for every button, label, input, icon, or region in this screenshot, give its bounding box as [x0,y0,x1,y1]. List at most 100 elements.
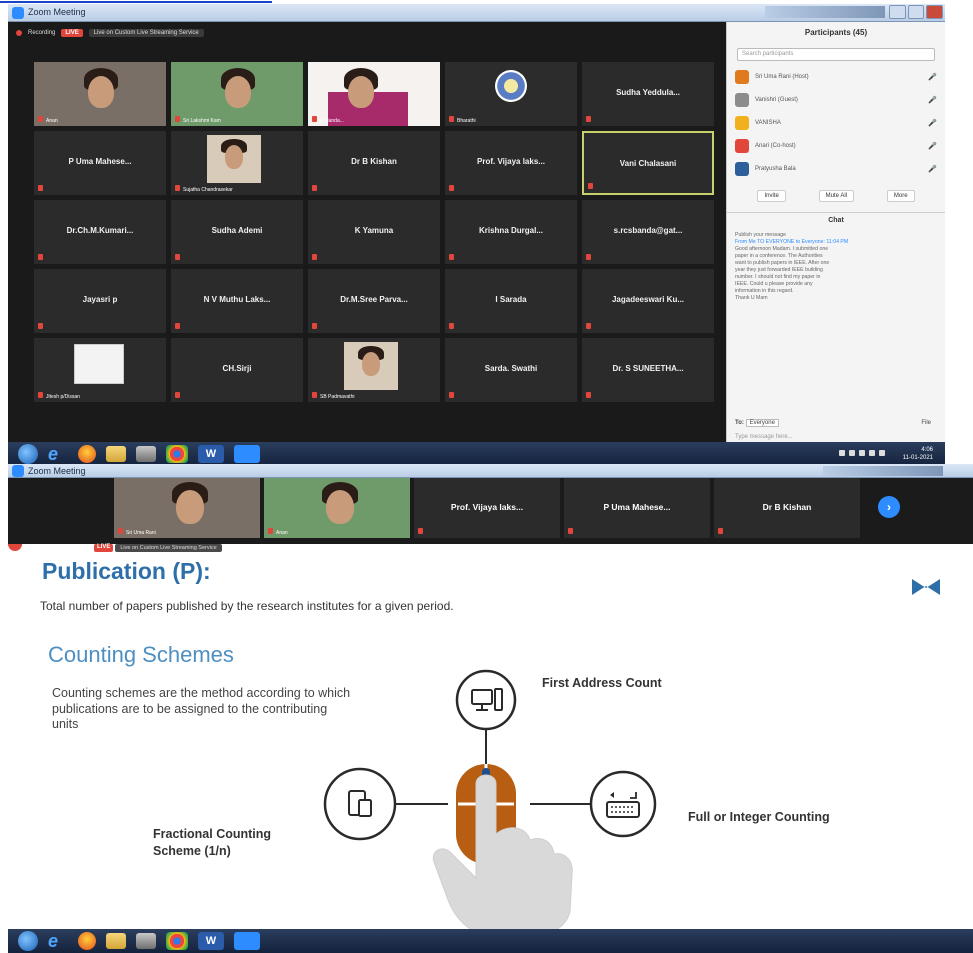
strip-participant-tile[interactable]: Dr B Kishan [714,478,860,538]
mute-all-button[interactable]: Mute All [818,190,854,202]
participant-avatar [735,138,749,153]
minimize-button[interactable] [889,5,906,19]
close-button[interactable] [926,5,944,19]
participant-tile[interactable]: Sudha Yeddula... [582,62,714,126]
participant-tile[interactable]: s.rcsbanda@gat... [582,200,714,264]
participant-tile[interactable]: K Yamuna [308,200,440,264]
strip-participant-tile[interactable]: P Uma Mahese... [564,478,710,538]
participant-row[interactable]: Anari (Co-host) 🎤 [727,134,945,157]
participant-tile[interactable]: Bharathi [445,62,577,126]
participant-tile[interactable]: Jitesh p/Dissan [34,338,166,402]
participant-row[interactable]: Sri Uma Rani (Host) 🎤 [727,65,945,88]
zoom-taskbar-icon-2[interactable] [234,932,260,950]
share-indicator [8,544,22,551]
chrome-icon-2[interactable] [166,932,188,950]
muted-mic-icon [449,254,454,260]
chat-file-button[interactable]: File [921,420,931,426]
mic-icon[interactable]: 🎤 [928,143,937,150]
live-stream-label-2[interactable]: Live on Custom Live Streaming Service [115,544,222,552]
strip-participant-tile[interactable]: Sri Uma Rani [114,478,260,538]
participant-tile[interactable]: R Nanda... [308,62,440,126]
more-button[interactable]: More [886,190,915,202]
participant-status-icons: 🎤 [928,119,937,127]
participant-row[interactable]: VANISHA 🎤 [727,111,945,134]
participant-tile[interactable]: Anan [34,62,166,126]
next-page-button[interactable]: › [878,496,900,518]
start-button-icon[interactable] [18,444,38,464]
strip-participant-tile[interactable]: Anan [264,478,410,538]
word-icon-2[interactable]: W [198,932,224,950]
media-player-icon-2[interactable] [136,933,156,949]
chat-line: year they just forwarded IEEE building [735,267,823,273]
participant-tile[interactable]: Dr. S SUNEETHA... [582,338,714,402]
media-player-icon[interactable] [136,446,156,462]
slide-title: Publication (P): [42,558,211,584]
participant-tile[interactable]: I Sarada [445,269,577,333]
participant-tile[interactable]: SB Padmavathi [308,338,440,402]
invite-button[interactable]: Invite [757,190,786,202]
live-badge-2[interactable]: LIVE [94,544,114,552]
recording-label[interactable]: Recording [28,30,55,36]
participant-row[interactable]: Pratyusha Bala 🎤 [727,157,945,180]
mic-icon[interactable]: 🎤 [928,120,937,127]
participants-search-input[interactable]: Search participants [737,48,935,61]
full-counting-label: Full or Integer Counting [688,810,830,824]
participant-tile[interactable]: Dr.M.Sree Parva... [308,269,440,333]
clock[interactable]: 4:06 11-01-2021 [903,446,933,462]
participant-tile[interactable]: Sudha Ademi [171,200,303,264]
participant-tile[interactable]: Sri Lakshmi Kam [171,62,303,126]
participant-photo [207,135,261,183]
participant-name: Sudha Yeddula... [616,88,680,97]
participant-tile[interactable]: Dr B Kishan [308,131,440,195]
top-link-underline[interactable] [0,1,272,3]
participant-name: N V Muthu Laks... [203,295,271,304]
zoom-taskbar-icon[interactable] [234,445,260,463]
muted-mic-icon [175,254,180,260]
muted-mic-icon [718,528,723,534]
mic-icon[interactable]: 🎤 [928,97,937,104]
participant-row-name: VANISHA [755,119,781,126]
participant-tile[interactable]: Krishna Durgal... [445,200,577,264]
chrome-icon[interactable] [166,445,188,463]
participant-tile[interactable]: N V Muthu Laks... [171,269,303,333]
muted-mic-icon [312,392,317,398]
participant-tile[interactable]: Sarda. Swathi [445,338,577,402]
participant-name: Dr.M.Sree Parva... [340,295,408,304]
internet-explorer-icon[interactable]: e [48,445,68,463]
muted-mic-icon [449,185,454,191]
participant-tile[interactable]: Prof. Vijaya laks... [445,131,577,195]
participant-name: CH.Sirji [222,364,252,373]
muted-mic-icon [312,323,317,329]
participant-status-icons: 🎤 [928,142,937,150]
participant-tile[interactable]: CH.Sirji [171,338,303,402]
muted-mic-icon [268,528,273,534]
participant-tile[interactable]: Jagadeeswari Ku... [582,269,714,333]
muted-mic-icon [586,254,591,260]
participant-tile[interactable]: Vani Chalasani [582,131,714,195]
start-button-icon-2[interactable] [18,931,38,951]
maximize-button[interactable] [907,5,925,19]
participant-tile[interactable]: Sujatha Chandrasekar [171,131,303,195]
windows-taskbar: e W 4:06 11-01-2021 [8,442,945,466]
live-badge[interactable]: LIVE [61,29,83,37]
folder-icon[interactable] [106,446,126,462]
muted-mic-icon [586,116,591,122]
chat-recipient-select[interactable]: Everyone [745,419,779,427]
chat-messages: Publish your message From Me TO EVERYONE … [727,228,945,358]
mic-icon[interactable]: 🎤 [928,74,937,81]
folder-icon-2[interactable] [106,933,126,949]
mic-icon[interactable]: 🎤 [928,166,937,173]
chat-line: information in this regard. [735,288,794,294]
chat-input[interactable]: Type message here... [735,434,793,440]
live-stream-label[interactable]: Live on Custom Live Streaming Service [88,29,204,37]
firefox-icon[interactable] [78,445,96,463]
participant-tile[interactable]: Jayasri p [34,269,166,333]
participant-row[interactable]: Vanishri (Guest) 🎤 [727,88,945,111]
participant-photo [344,342,398,390]
participant-tile[interactable]: P Uma Mahese... [34,131,166,195]
firefox-icon-2[interactable] [78,932,96,950]
participant-tile[interactable]: Dr.Ch.M.Kumari... [34,200,166,264]
internet-explorer-icon-2[interactable]: e [48,932,68,950]
word-icon[interactable]: W [198,445,224,463]
strip-participant-tile[interactable]: Prof. Vijaya laks... [414,478,560,538]
